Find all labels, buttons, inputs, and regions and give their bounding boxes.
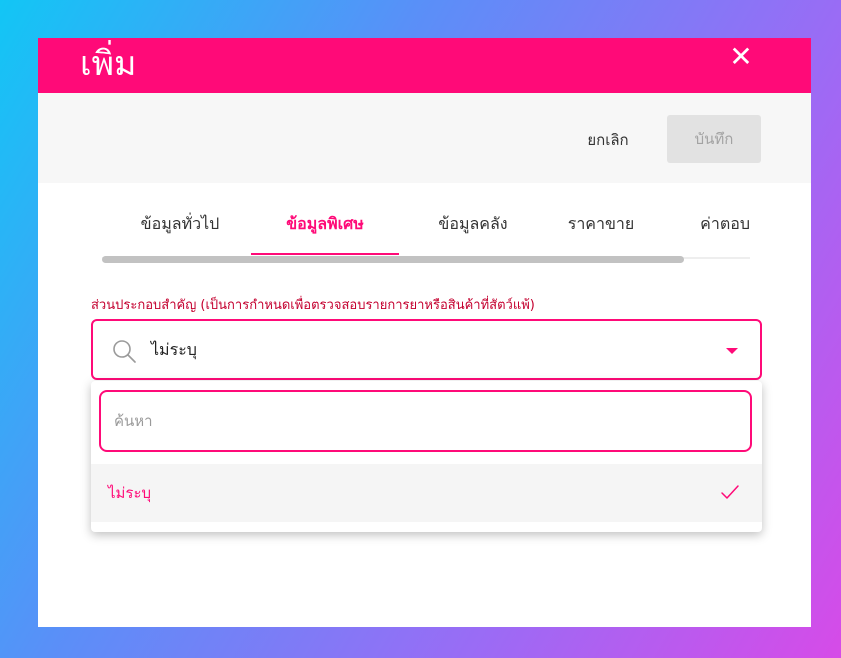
tab-special-info[interactable]: ข้อมูลพิเศษ <box>251 201 399 256</box>
tab-commission[interactable]: ค่าตอบ <box>674 201 750 256</box>
tab-general-info[interactable]: ข้อมูลทั่วไป <box>130 201 230 256</box>
add-dialog: เพิ่ม ✕ ยกเลิก บันทึก ข้อมูลทั่วไป ข้อมู… <box>38 38 811 627</box>
tab-inventory-info[interactable]: ข้อมูลคลัง <box>418 201 528 256</box>
field-label: ส่วนประกอบสำคัญ (เป็นการกำหนดเพื่อตรวจสอ… <box>91 298 535 313</box>
selected-value: ไม่ระบุ <box>151 340 197 359</box>
action-bar: ยกเลิก บันทึก <box>38 93 811 183</box>
tab-selling-price[interactable]: ราคาขาย <box>548 201 654 256</box>
option-label: ไม่ระบุ <box>108 484 152 502</box>
dialog-header: เพิ่ม ✕ <box>38 38 811 93</box>
close-icon[interactable]: ✕ <box>729 43 753 71</box>
cancel-button[interactable]: ยกเลิก <box>562 121 654 159</box>
search-icon <box>113 340 136 363</box>
dropdown-search-input[interactable] <box>99 390 752 452</box>
ingredient-select[interactable]: ไม่ระบุ <box>91 319 762 380</box>
save-button[interactable]: บันทึก <box>667 115 761 163</box>
tabs-scrollbar[interactable] <box>102 256 684 263</box>
dialog-title: เพิ่ม <box>80 44 137 84</box>
dropdown-panel: ไม่ระบุ <box>91 381 762 532</box>
active-tab-indicator <box>251 253 399 255</box>
check-icon <box>721 485 739 499</box>
dropdown-option-unspecified[interactable]: ไม่ระบุ <box>91 464 762 522</box>
chevron-down-icon[interactable] <box>726 348 738 354</box>
tab-bar: ข้อมูลทั่วไป ข้อมูลพิเศษ ข้อมูลคลัง ราคา… <box>102 201 750 265</box>
